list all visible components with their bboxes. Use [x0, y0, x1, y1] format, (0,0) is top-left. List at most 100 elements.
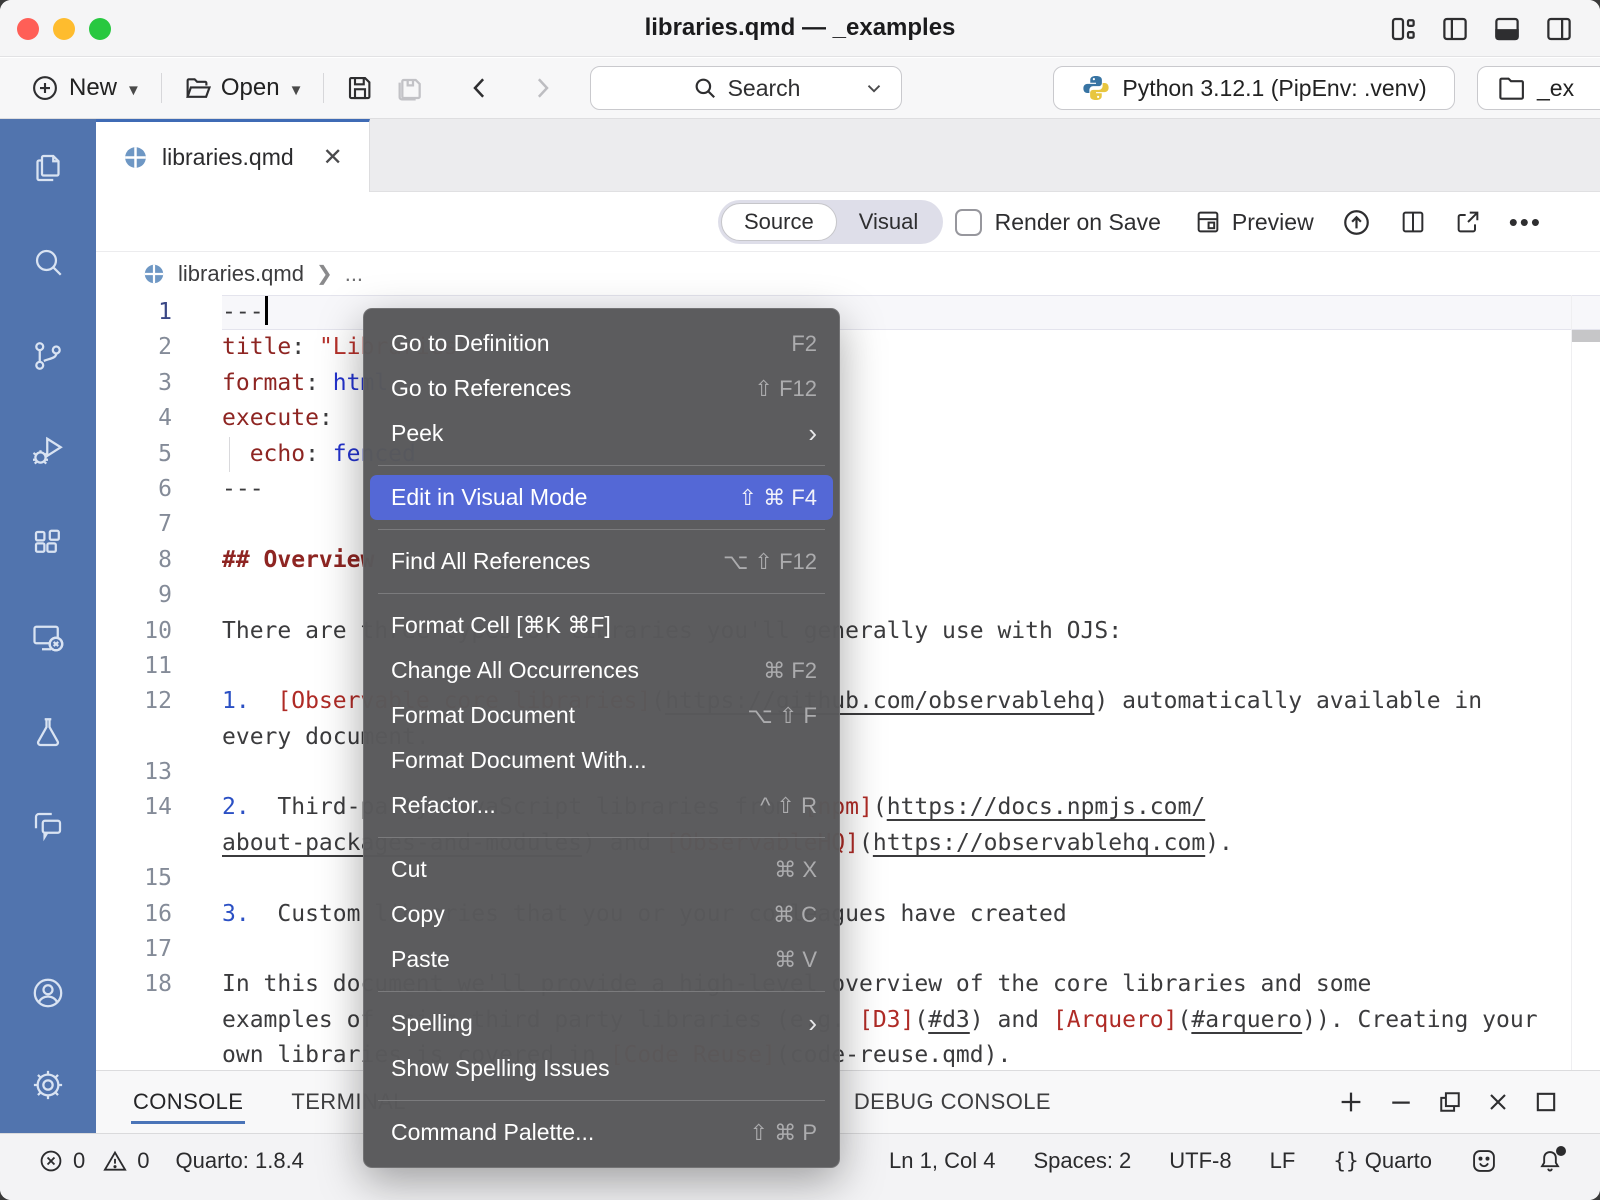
- render-on-save-checkbox[interactable]: [955, 209, 982, 236]
- panel-close-icon[interactable]: [1484, 1088, 1512, 1116]
- open-button[interactable]: Open▼: [174, 67, 312, 109]
- minimize-window-button[interactable]: [53, 18, 75, 40]
- search-icon[interactable]: [27, 241, 69, 283]
- line-number: 17: [96, 932, 222, 967]
- testing-icon[interactable]: [27, 711, 69, 753]
- new-button[interactable]: New▼: [22, 67, 149, 109]
- save-button[interactable]: [336, 73, 384, 103]
- search-input[interactable]: Search: [590, 66, 902, 110]
- quarto-version[interactable]: Quarto: 1.8.4: [176, 1148, 304, 1174]
- cursor-position[interactable]: Ln 1, Col 4: [889, 1148, 995, 1174]
- line-number: 8: [96, 543, 222, 578]
- chevron-down-icon: ▼: [126, 82, 141, 99]
- run-debug-icon[interactable]: [27, 429, 69, 471]
- visual-mode-button[interactable]: Visual: [837, 203, 941, 241]
- zoom-window-button[interactable]: [89, 18, 111, 40]
- chevron-down-icon[interactable]: [863, 77, 885, 99]
- remote-explorer-icon[interactable]: [27, 617, 69, 659]
- menu-item-find-all-references[interactable]: Find All References⌥ ⇧ F12: [370, 539, 833, 584]
- menu-item-change-all-occurrences[interactable]: Change All Occurrences⌘ F2: [370, 648, 833, 693]
- editor-line: 17: [96, 932, 1600, 967]
- toggle-panel-icon[interactable]: [1492, 14, 1522, 44]
- menu-item-cut[interactable]: Cut⌘ X: [370, 847, 833, 892]
- menu-item-go-to-references[interactable]: Go to References⇧ F12: [370, 366, 833, 411]
- comments-icon[interactable]: [27, 805, 69, 847]
- line-number: 18: [96, 967, 222, 1002]
- menu-separator: [378, 593, 825, 594]
- chevron-down-icon: ▼: [289, 82, 304, 99]
- panel-add-icon[interactable]: [1336, 1087, 1366, 1117]
- explorer-icon[interactable]: [27, 147, 69, 189]
- breadcrumb-file[interactable]: libraries.qmd: [178, 261, 304, 287]
- render-icon[interactable]: [1341, 207, 1372, 238]
- account-icon[interactable]: [27, 972, 69, 1014]
- line-number: 12: [96, 684, 222, 719]
- editor-line: 5 echo: fenced: [96, 437, 1600, 472]
- activity-bar: [0, 119, 96, 1133]
- panel-restore-icon[interactable]: [1436, 1088, 1464, 1116]
- encoding-setting[interactable]: UTF-8: [1169, 1148, 1231, 1174]
- panel-tab-debug-console[interactable]: DEBUG CONSOLE: [854, 1089, 1051, 1115]
- menu-item-format-cell-k-f[interactable]: Format Cell [⌘K ⌘F]: [370, 603, 833, 648]
- close-window-button[interactable]: [17, 18, 39, 40]
- preview-button[interactable]: Preview: [1194, 208, 1314, 236]
- workspace-folder-button[interactable]: _ex: [1477, 66, 1600, 110]
- layout-picker-icon[interactable]: [1388, 14, 1418, 44]
- navigate-back-button[interactable]: [456, 73, 504, 103]
- editor-line: 11: [96, 649, 1600, 684]
- menu-item-edit-in-visual-mode[interactable]: Edit in Visual Mode⇧ ⌘ F4: [370, 475, 833, 520]
- menu-item-go-to-definition[interactable]: Go to DefinitionF2: [370, 321, 833, 366]
- panel-maximize-icon[interactable]: [1532, 1088, 1560, 1116]
- editor-line: 7: [96, 507, 1600, 542]
- split-editor-icon[interactable]: [1399, 208, 1427, 236]
- line-number: 9: [96, 578, 222, 613]
- extensions-icon[interactable]: [27, 523, 69, 565]
- more-actions-icon[interactable]: •••: [1509, 207, 1542, 238]
- toggle-primary-sidebar-icon[interactable]: [1440, 14, 1470, 44]
- menu-item-format-document[interactable]: Format Document⌥ ⇧ F: [370, 693, 833, 738]
- menu-item-refactor[interactable]: Refactor...^ ⇧ R: [370, 783, 833, 828]
- line-number: 7: [96, 507, 222, 542]
- feedback-smiley-icon[interactable]: [1470, 1147, 1498, 1175]
- menu-item-format-document-with[interactable]: Format Document With...: [370, 738, 833, 783]
- editor-line: 3format: html: [96, 366, 1600, 401]
- menu-item-copy[interactable]: Copy⌘ C: [370, 892, 833, 937]
- close-tab-icon[interactable]: ✕: [323, 143, 343, 172]
- toggle-secondary-sidebar-icon[interactable]: [1544, 14, 1574, 44]
- editor-line: 10There are three types of libraries you…: [96, 614, 1600, 649]
- line-number: 5: [96, 437, 222, 472]
- notifications-bell-icon[interactable]: [1536, 1147, 1564, 1175]
- menu-separator: [378, 465, 825, 466]
- menu-item-command-palette[interactable]: Command Palette...⇧ ⌘ P: [370, 1110, 833, 1155]
- source-visual-toggle: Source Visual: [718, 200, 943, 244]
- line-number: 4: [96, 401, 222, 436]
- menu-item-paste[interactable]: Paste⌘ V: [370, 937, 833, 982]
- source-mode-button[interactable]: Source: [721, 203, 837, 241]
- interpreter-selector[interactable]: Python 3.12.1 (PipEnv: .venv): [1053, 66, 1455, 110]
- panel-tab-console[interactable]: CONSOLE: [133, 1089, 243, 1115]
- quarto-file-icon: [122, 144, 149, 171]
- menu-item-spelling[interactable]: Spelling›: [370, 1001, 833, 1046]
- problems-indicator[interactable]: 0 0: [38, 1148, 150, 1174]
- line-number: 1: [96, 295, 222, 330]
- line-number: 11: [96, 649, 222, 684]
- navigate-forward-button[interactable]: [518, 73, 566, 103]
- indentation-setting[interactable]: Spaces: 2: [1033, 1148, 1131, 1174]
- top-toolbar: New▼ Open▼ Search: [0, 58, 1600, 119]
- traffic-lights: [17, 0, 111, 57]
- code-editor[interactable]: 1---2title: "Libraries"3format: html4exe…: [96, 295, 1600, 1070]
- panel-minimize-icon[interactable]: [1386, 1087, 1416, 1117]
- language-mode[interactable]: {} Quarto: [1333, 1148, 1432, 1174]
- open-in-new-window-icon[interactable]: [1454, 208, 1482, 236]
- source-control-icon[interactable]: [27, 335, 69, 377]
- folder-icon: [1496, 73, 1526, 103]
- line-number: 3: [96, 366, 222, 401]
- editor-tab-bar: libraries.qmd ✕: [96, 119, 1600, 192]
- eol-setting[interactable]: LF: [1270, 1148, 1296, 1174]
- tab-libraries-qmd[interactable]: libraries.qmd ✕: [96, 119, 370, 192]
- settings-icon[interactable]: [27, 1064, 69, 1106]
- save-all-button[interactable]: [384, 72, 434, 104]
- breadcrumb-more[interactable]: ...: [345, 261, 363, 287]
- menu-item-peek[interactable]: Peek›: [370, 411, 833, 456]
- menu-item-show-spelling-issues[interactable]: Show Spelling Issues: [370, 1046, 833, 1091]
